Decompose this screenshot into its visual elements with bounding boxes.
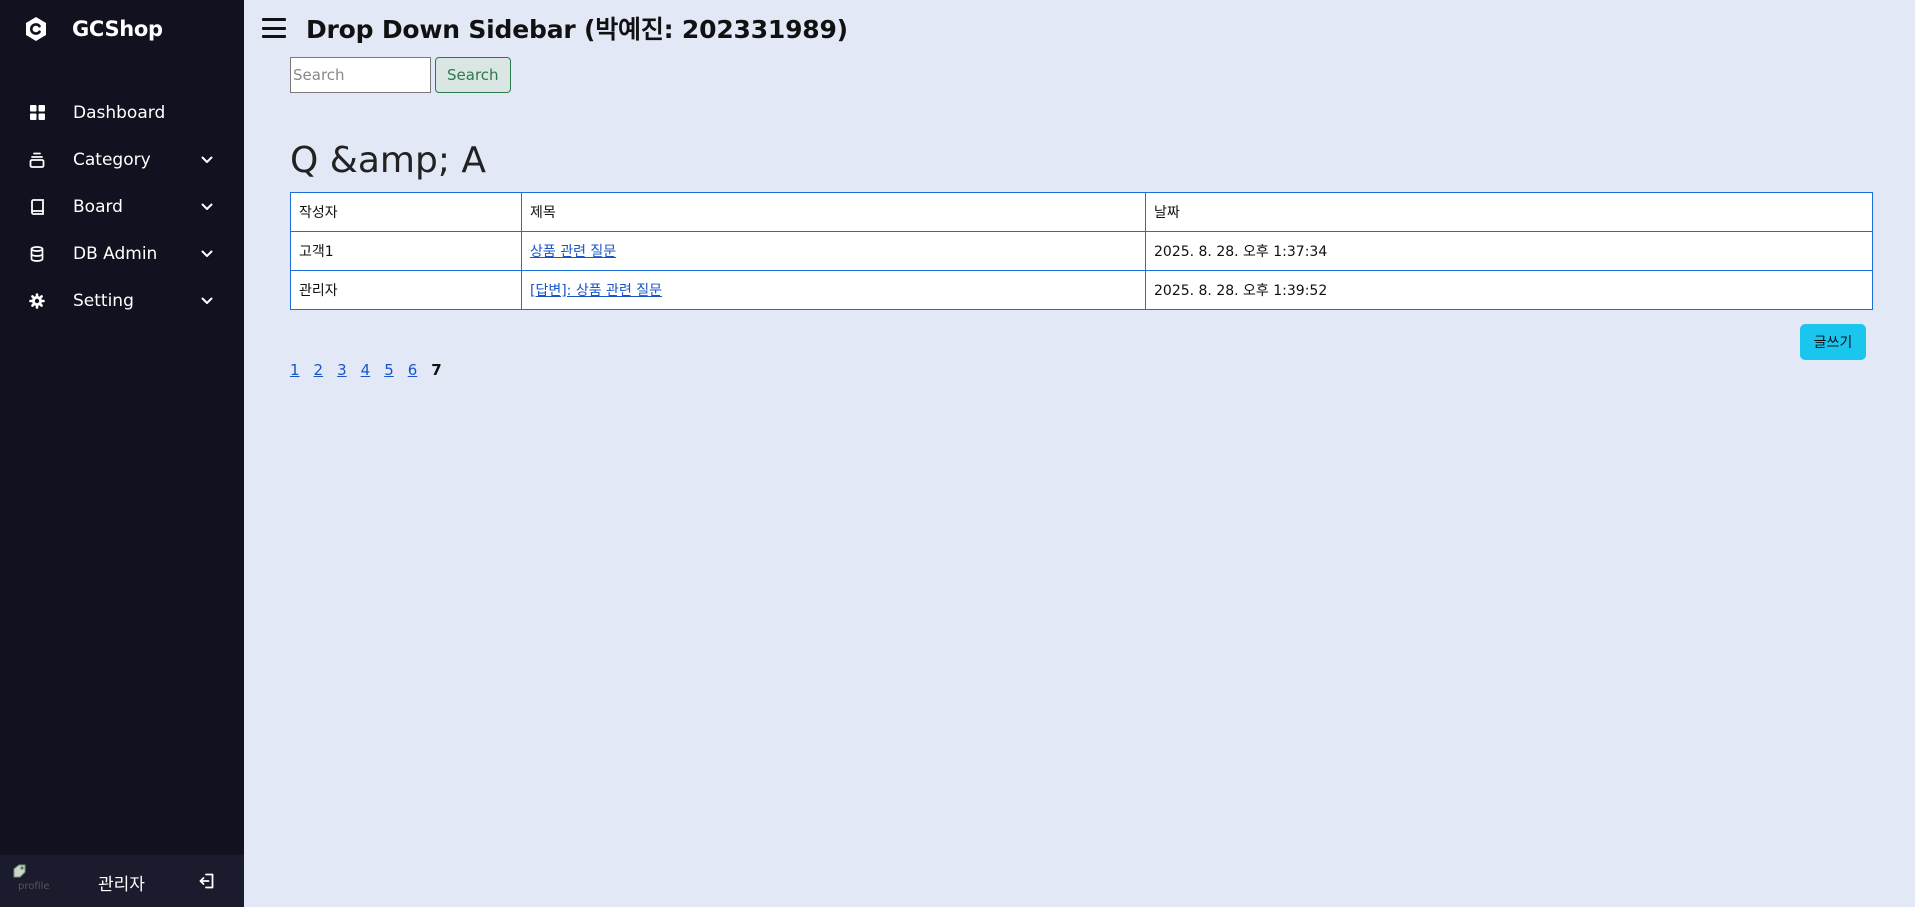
c-hexagon-icon — [24, 16, 48, 42]
chevron-down-icon[interactable] — [200, 200, 214, 214]
cell-date: 2025. 8. 28. 오후 1:37:34 — [1145, 231, 1873, 271]
menu-toggle-icon[interactable] — [262, 18, 286, 38]
sidebar-item-label: Category — [73, 149, 151, 170]
sidebar-item-db-admin[interactable]: DB Admin — [0, 230, 244, 277]
sidebar: GCShop Dashboard Category Board DB Admin… — [0, 0, 244, 907]
sidebar-item-setting[interactable]: Setting — [0, 277, 244, 324]
layers-icon — [28, 151, 46, 169]
sidebar-item-label: Setting — [73, 290, 134, 311]
brand[interactable]: GCShop — [24, 14, 163, 44]
sidebar-item-label: Board — [73, 196, 123, 217]
chevron-down-icon[interactable] — [200, 153, 214, 167]
page-link-1[interactable]: 1 — [290, 361, 300, 379]
section-title: Q &amp; A — [290, 140, 487, 181]
grid-icon — [28, 104, 46, 122]
user-name: 관리자 — [98, 875, 145, 895]
table-header-row: 작성자 제목 날짜 — [290, 192, 1873, 232]
page-link-2[interactable]: 2 — [314, 361, 324, 379]
cell-author: 관리자 — [290, 270, 522, 310]
avatar: profile — [10, 861, 58, 901]
pagination: 1 2 3 4 5 6 7 — [290, 361, 442, 379]
gear-icon — [28, 292, 46, 310]
topbar: Drop Down Sidebar (박예진: 202331989) — [262, 12, 848, 44]
column-header-title: 제목 — [521, 192, 1146, 232]
sidebar-footer: profile 관리자 — [0, 855, 244, 907]
page-current: 7 — [431, 361, 442, 379]
cell-date: 2025. 8. 28. 오후 1:39:52 — [1145, 270, 1873, 310]
page-link-5[interactable]: 5 — [384, 361, 394, 379]
column-header-date: 날짜 — [1145, 192, 1873, 232]
search-button[interactable]: Search — [435, 57, 511, 93]
post-title-link[interactable]: [답변]: 상품 관련 질문 — [530, 283, 662, 299]
column-header-author: 작성자 — [290, 192, 522, 232]
logout-icon[interactable] — [198, 872, 216, 890]
write-post-button[interactable]: 글쓰기 — [1800, 324, 1866, 360]
sidebar-item-dashboard[interactable]: Dashboard — [0, 89, 244, 136]
sidebar-item-label: Dashboard — [73, 102, 166, 123]
avatar-alt-text: profile — [18, 881, 50, 892]
book-icon — [28, 198, 46, 216]
page-title: Drop Down Sidebar (박예진: 202331989) — [306, 15, 848, 44]
search-form: Search — [290, 57, 511, 93]
chevron-down-icon[interactable] — [200, 247, 214, 261]
sidebar-item-label: DB Admin — [73, 243, 158, 264]
sidebar-item-category[interactable]: Category — [0, 136, 244, 183]
page-link-3[interactable]: 3 — [337, 361, 347, 379]
sidebar-nav: Dashboard Category Board DB Admin Settin… — [0, 89, 244, 324]
post-title-link[interactable]: 상품 관련 질문 — [530, 244, 616, 260]
table-row: 관리자 [답변]: 상품 관련 질문 2025. 8. 28. 오후 1:39:… — [290, 270, 1873, 310]
page-link-4[interactable]: 4 — [361, 361, 371, 379]
cell-title: [답변]: 상품 관련 질문 — [521, 270, 1146, 310]
page-link-6[interactable]: 6 — [408, 361, 418, 379]
qa-table: 작성자 제목 날짜 고객1 상품 관련 질문 2025. 8. 28. 오후 1… — [290, 192, 1873, 310]
cell-title: 상품 관련 질문 — [521, 231, 1146, 271]
sidebar-item-board[interactable]: Board — [0, 183, 244, 230]
chevron-down-icon[interactable] — [200, 294, 214, 308]
search-input[interactable] — [290, 57, 431, 93]
cell-author: 고객1 — [290, 231, 522, 271]
brand-name: GCShop — [72, 17, 163, 41]
database-icon — [28, 245, 46, 263]
table-row: 고객1 상품 관련 질문 2025. 8. 28. 오후 1:37:34 — [290, 231, 1873, 271]
